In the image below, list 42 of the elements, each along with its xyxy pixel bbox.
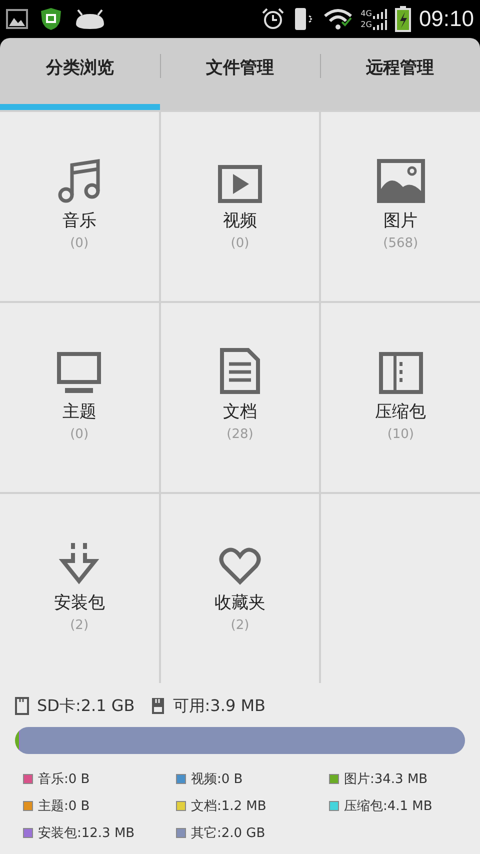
network-type-label: 2G xyxy=(360,20,372,30)
legend-label: 主题:0 B xyxy=(38,798,90,815)
legend-label: 压缩包:4.1 MB xyxy=(344,798,432,815)
legend-label: 安装包:12.3 MB xyxy=(38,825,135,842)
clock-time: 09:10 xyxy=(418,6,474,32)
legend-label: 图片:34.3 MB xyxy=(344,771,428,788)
android-head-icon xyxy=(74,8,106,30)
available-size: 可用:3.9 MB xyxy=(172,696,266,716)
legend-label: 视频:0 B xyxy=(191,771,243,788)
notebook-icon xyxy=(378,352,423,394)
download-arrow-icon xyxy=(59,540,100,584)
category-tile[interactable]: 视频 (0) xyxy=(160,112,320,301)
category-tile[interactable]: 图片 (568) xyxy=(321,112,480,301)
category-tile[interactable]: 主题 (0) xyxy=(0,303,159,492)
tab[interactable]: 远程管理 xyxy=(320,38,480,110)
legend-label: 音乐:0 B xyxy=(38,771,90,788)
shield-icon xyxy=(40,7,62,31)
monitor-icon xyxy=(57,352,102,394)
heart-icon xyxy=(218,546,261,584)
signal-icon xyxy=(372,20,387,30)
storage-icon xyxy=(150,697,165,715)
legend-label: 文档:1.2 MB xyxy=(191,798,266,815)
category-tile[interactable]: 安装包 (2) xyxy=(0,494,159,683)
wifi-icon xyxy=(322,8,353,30)
document-icon xyxy=(220,348,260,394)
video-play-icon xyxy=(218,164,262,202)
category-tile[interactable]: 压缩包 (10) xyxy=(321,303,480,492)
music-note-icon xyxy=(56,156,102,202)
sd-card-size: SD卡:2.1 GB xyxy=(37,696,135,716)
signal-icon xyxy=(372,9,387,19)
phone-vibrate-icon xyxy=(292,7,315,31)
legend-label: 其它:2.0 GB xyxy=(191,825,266,842)
category-tile[interactable]: 文档 (28) xyxy=(160,303,320,492)
image-icon xyxy=(6,9,28,29)
battery-charging-icon xyxy=(394,6,411,32)
category-tile[interactable]: 收藏夹 (2) xyxy=(160,494,320,683)
tab[interactable]: 文件管理 xyxy=(160,38,320,110)
alarm-clock-icon xyxy=(260,7,285,31)
category-tile[interactable]: 音乐 (0) xyxy=(0,112,159,301)
image-icon xyxy=(376,158,425,202)
sd-card-icon xyxy=(15,697,29,715)
network-type-label: 4G xyxy=(360,9,372,19)
